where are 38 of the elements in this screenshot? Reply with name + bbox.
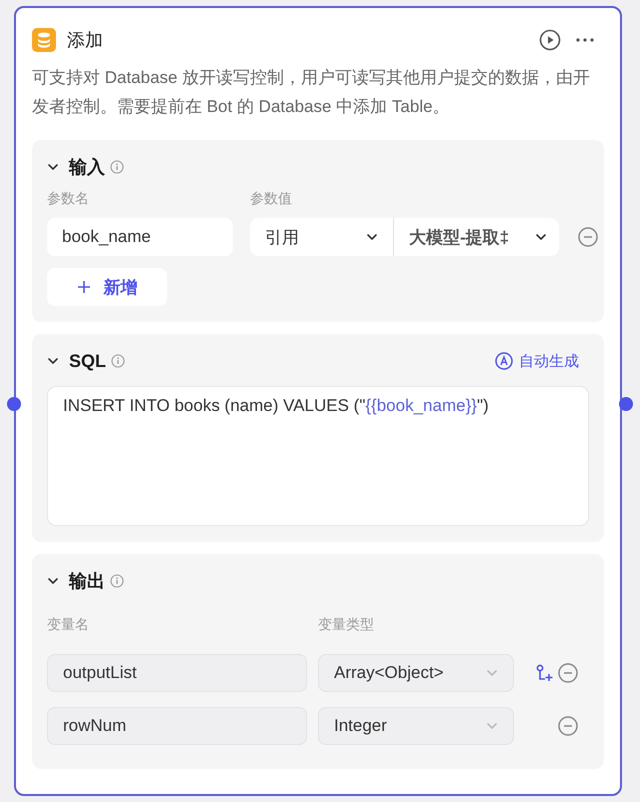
chevron-down-icon	[486, 720, 498, 732]
info-icon[interactable]	[110, 160, 124, 174]
chevron-down-icon	[486, 667, 498, 679]
name-field[interactable]: book_name	[47, 218, 233, 256]
chevron-down-icon[interactable]	[47, 575, 59, 587]
node-description: 可支持对 Database 放开读写控制，用户可读写其他用户提交的数据，由开发者控制。需要提前在 Bot 的 Database 中添加 Table。	[32, 67, 592, 118]
name-field: rowNum	[47, 707, 307, 745]
chevron-down-icon	[366, 231, 378, 243]
column-label: 参数值	[250, 190, 293, 208]
chevron-down-icon[interactable]	[47, 161, 59, 173]
chevron-down-icon	[535, 231, 547, 243]
name-field: outputList	[47, 654, 307, 692]
add-button[interactable]: 新增	[47, 268, 167, 306]
connection-port[interactable]	[7, 397, 21, 411]
type-select: Array<Object>	[318, 654, 514, 692]
database-icon	[32, 28, 56, 52]
column-label: 变量名	[47, 616, 90, 634]
source-select[interactable]: 引用	[250, 218, 393, 256]
section-title: SQL	[69, 350, 106, 372]
info-icon[interactable]	[110, 574, 124, 588]
section-title: 输入	[69, 156, 105, 179]
ai-icon	[495, 352, 513, 370]
node-title: 添加	[67, 29, 103, 52]
sql-editor[interactable]: INSERT INTO books (name) VALUES ("{{book_name}}")	[47, 386, 589, 526]
info-icon[interactable]	[111, 354, 126, 368]
connection-port[interactable]	[619, 397, 633, 411]
remove-icon[interactable]	[558, 663, 578, 683]
auto-generate-button[interactable]: 自动生成	[495, 352, 579, 370]
column-label: 变量类型	[318, 616, 375, 634]
variable-select[interactable]: 大模型-提取‡	[394, 218, 559, 256]
remove-icon[interactable]	[558, 716, 578, 736]
remove-icon[interactable]	[578, 227, 598, 247]
play-icon[interactable]	[539, 29, 561, 51]
section-title: 输出	[69, 570, 105, 593]
type-select: Integer	[318, 707, 514, 745]
plus-icon	[76, 280, 90, 294]
chevron-down-icon[interactable]	[47, 355, 59, 367]
column-label: 参数名	[47, 190, 90, 208]
